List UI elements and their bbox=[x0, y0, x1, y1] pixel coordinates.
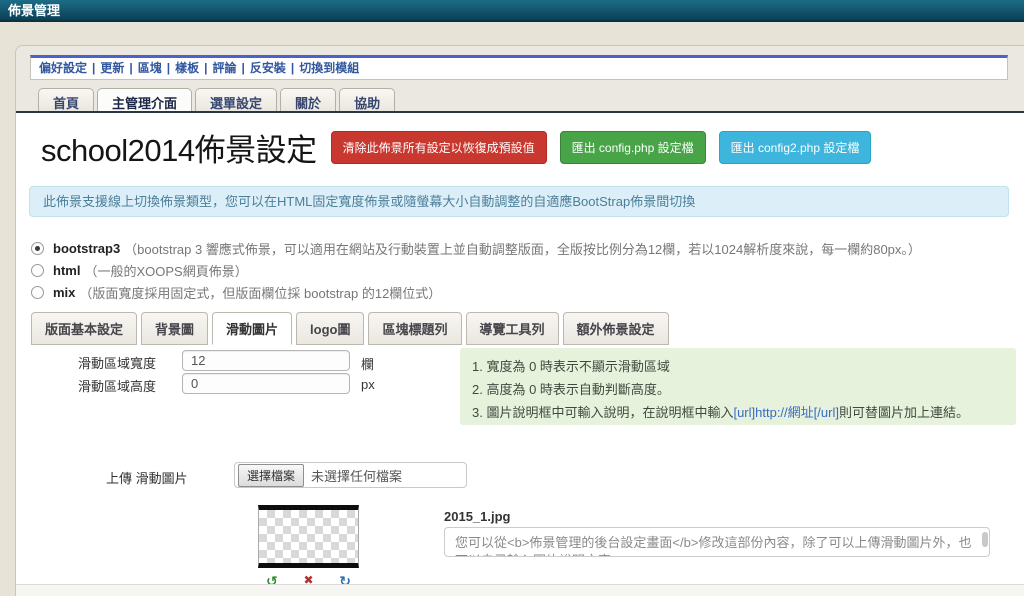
subtab-nav-toolbar[interactable]: 導覽工具列 bbox=[466, 312, 559, 345]
topbar: 佈景管理 bbox=[0, 0, 1024, 22]
breadcrumb-separator: | bbox=[167, 61, 170, 75]
theme-type-option-bootstrap3[interactable]: bootstrap3 （bootstrap 3 響應式佈景，可以適用在網站及行動… bbox=[31, 240, 921, 256]
info-banner: 此佈景支援線上切換佈景類型，您可以在HTML固定寬度佈景或隨螢幕大小自動調整的自… bbox=[29, 186, 1009, 217]
choose-file-button[interactable]: 選擇檔案 bbox=[238, 464, 304, 487]
breadcrumb: 偏好設定 | 更新 | 區塊 | 樣板 | 評論 | 反安裝 | 切換到模組 bbox=[30, 55, 1008, 80]
note-line-3: 3. 圖片說明框中可輸入說明，在說明框中輸入[url]http://網址[/ur… bbox=[472, 401, 1004, 424]
subtab-background-image[interactable]: 背景圖 bbox=[141, 312, 208, 345]
slide-description-textarea[interactable]: 您可以從<b>佈景管理的後台設定畫面</b>修改這部份內容，除了可以上傳滑動圖片… bbox=[444, 527, 990, 557]
page-title: school2014佈景設定 bbox=[41, 125, 317, 170]
breadcrumb-separator: | bbox=[242, 61, 245, 75]
file-upload-control[interactable]: 選擇檔案 未選擇任何檔案 bbox=[234, 462, 467, 488]
breadcrumb-separator: | bbox=[204, 61, 207, 75]
main-tab-bar: 首頁主管理介面選單設定關於協助 bbox=[38, 88, 398, 111]
note-line-2: 2. 高度為 0 時表示自動判斷高度。 bbox=[472, 378, 1004, 401]
slide-image-thumbnail bbox=[258, 505, 359, 568]
slider-height-input[interactable] bbox=[182, 373, 350, 394]
subtab-slider-images[interactable]: 滑動圖片 bbox=[212, 312, 292, 345]
radio-description: （版面寬度採用固定式，但版面欄位採 bootstrap 的12欄位式） bbox=[79, 283, 441, 302]
admin-panel: 偏好設定 | 更新 | 區塊 | 樣板 | 評論 | 反安裝 | 切換到模組 首頁主管理介面選單設定關於… bbox=[15, 45, 1024, 596]
theme-type-radio-html[interactable] bbox=[31, 264, 44, 277]
title-row: school2014佈景設定 清除此佈景所有設定以恢復成預設值 匯出 confi… bbox=[41, 119, 884, 175]
subtab-block-title-bar[interactable]: 區塊標題列 bbox=[368, 312, 461, 345]
content-area: school2014佈景設定 清除此佈景所有設定以恢復成預設值 匯出 confi… bbox=[16, 113, 1024, 596]
breadcrumb-link-comments[interactable]: 評論 bbox=[213, 61, 237, 75]
theme-type-option-mix[interactable]: mix （版面寬度採用固定式，但版面欄位採 bootstrap 的12欄位式） bbox=[31, 284, 441, 300]
radio-description: （bootstrap 3 響應式佈景，可以適用在網站及行動裝置上並自動調整版面，… bbox=[124, 239, 921, 258]
theme-type-radio-mix[interactable] bbox=[31, 286, 44, 299]
note-line-3-tail: 則可替圖片加上連結。 bbox=[839, 405, 969, 420]
export-config2-button[interactable]: 匯出 config2.php 設定檔 bbox=[719, 131, 872, 164]
slider-height-label: 滑動區域高度 bbox=[78, 376, 178, 395]
row-divider bbox=[16, 584, 1024, 596]
breadcrumb-separator: | bbox=[129, 61, 132, 75]
upload-slider-image-label: 上傳 滑動圖片 bbox=[106, 468, 188, 487]
topbar-title: 佈景管理 bbox=[8, 3, 60, 18]
theme-type-radio-bootstrap3[interactable] bbox=[31, 242, 44, 255]
slider-width-label: 滑動區域寬度 bbox=[78, 353, 178, 372]
note-line-1: 1. 寬度為 0 時表示不顯示滑動區域 bbox=[472, 355, 1004, 378]
slide-filename: 2015_1.jpg bbox=[444, 509, 511, 524]
theme-type-option-html[interactable]: html （一般的XOOPS網頁佈景） bbox=[31, 262, 248, 278]
note-line-3-text: 3. 圖片說明框中可輸入說明，在說明框中輸入 bbox=[472, 405, 733, 420]
breadcrumb-link-uninstall[interactable]: 反安裝 bbox=[250, 61, 286, 75]
breadcrumb-link-switch-module[interactable]: 切換到模組 bbox=[299, 61, 359, 75]
note-url-code: [url]http://網址[/url] bbox=[733, 405, 838, 420]
theme-settings-tab-bar: 版面基本設定背景圖滑動圖片logo圖區塊標題列導覽工具列額外佈景設定 bbox=[31, 312, 673, 345]
no-file-chosen-text: 未選擇任何檔案 bbox=[311, 466, 402, 485]
radio-label: mix bbox=[53, 285, 75, 300]
radio-label: html bbox=[53, 263, 80, 278]
subtab-logo-image[interactable]: logo圖 bbox=[296, 312, 364, 345]
subtab-layout-basic[interactable]: 版面基本設定 bbox=[31, 312, 137, 345]
textarea-scrollbar-thumb[interactable] bbox=[982, 532, 988, 547]
radio-label: bootstrap3 bbox=[53, 241, 120, 256]
breadcrumb-link-update[interactable]: 更新 bbox=[100, 61, 124, 75]
radio-description: （一般的XOOPS網頁佈景） bbox=[84, 261, 247, 280]
breadcrumb-separator: | bbox=[92, 61, 95, 75]
export-config-button[interactable]: 匯出 config.php 設定檔 bbox=[560, 131, 706, 164]
slider-notes-box: 1. 寬度為 0 時表示不顯示滑動區域 2. 高度為 0 時表示自動判斷高度。 … bbox=[460, 348, 1016, 425]
breadcrumb-link-preferences[interactable]: 偏好設定 bbox=[39, 61, 87, 75]
slider-width-input[interactable] bbox=[182, 350, 350, 371]
breadcrumb-link-templates[interactable]: 樣板 bbox=[175, 61, 199, 75]
reset-theme-button[interactable]: 清除此佈景所有設定以恢復成預設值 bbox=[331, 131, 547, 164]
subtab-extra-theme-settings[interactable]: 額外佈景設定 bbox=[563, 312, 669, 345]
slider-width-unit: 欄 bbox=[361, 354, 374, 373]
slider-height-unit: px bbox=[361, 377, 375, 392]
breadcrumb-separator: | bbox=[291, 61, 294, 75]
breadcrumb-link-blocks[interactable]: 區塊 bbox=[138, 61, 162, 75]
